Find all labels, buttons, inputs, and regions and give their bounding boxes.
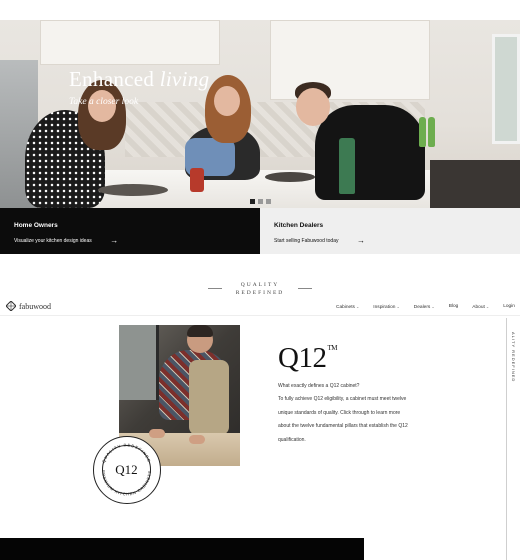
kitchen-window [492, 34, 520, 144]
hero-subtitle-link[interactable]: Take a closer look [69, 97, 138, 107]
q12-body: To fully achieve Q12 eligibility, a cabi… [278, 396, 408, 443]
chevron-down-icon: ⌄ [485, 304, 490, 309]
logo-text: fabuwood [19, 301, 51, 311]
nav-item-blog[interactable]: Blog [449, 304, 459, 310]
slide-indicators [250, 199, 271, 204]
nav-item-dealers[interactable]: Dealers⌄ [414, 304, 435, 310]
plate [265, 172, 315, 182]
q12-question: What exactly defines a Q12 cabinet? [278, 383, 360, 389]
side-tab-label[interactable]: ALITY REDEFINED [506, 332, 516, 382]
main-navigation: fabuwood Cabinets⌄ Inspiration⌄ Dealers⌄… [0, 298, 520, 316]
person-man [315, 105, 425, 200]
nav-item-inspiration[interactable]: Inspiration⌄ [373, 304, 400, 310]
trademark: TM [327, 344, 337, 352]
hero-banner[interactable]: Enhanced living Take a closer look [0, 20, 520, 208]
craftsman-hair [187, 325, 213, 337]
fabuwood-logo[interactable]: fabuwood [6, 301, 51, 311]
home-owners-cta[interactable]: Home Owners Visualize your kitchen desig… [0, 208, 260, 254]
kitchen-dealers-title: Kitchen Dealers [274, 222, 324, 229]
kitchen-dealers-subtitle: Start selling Fabuwood today [274, 238, 339, 244]
kitchen-sink [430, 160, 520, 208]
quality-redefined-heading: QUALITY REDEFINED [235, 282, 285, 296]
nav-menu: Cabinets⌄ Inspiration⌄ Dealers⌄ Blog Abo… [336, 304, 515, 310]
logo-icon [6, 301, 16, 311]
nav-item-login[interactable]: Login [503, 304, 515, 310]
seal-top-text: QUALITY REDEFINED [101, 442, 151, 463]
apron [189, 360, 229, 435]
slide-dot-1[interactable] [250, 199, 255, 204]
upper-cabinets-right [270, 20, 430, 100]
upper-cabinets [40, 20, 220, 65]
slide-dot-2[interactable] [258, 199, 263, 204]
nav-item-cabinets[interactable]: Cabinets⌄ [336, 304, 359, 310]
q12-seal: QUALITY REDEFINED PREMIUM KITCHEN CABINE… [93, 436, 161, 504]
home-owners-subtitle: Visualize your kitchen design ideas [14, 238, 92, 244]
chevron-down-icon: ⌄ [355, 304, 360, 309]
green-bottle-2 [428, 117, 435, 147]
home-owners-title: Home Owners [14, 222, 58, 229]
chevron-down-icon: ⌄ [396, 304, 400, 309]
hero-title: Enhanced living [69, 67, 210, 91]
photo-window [119, 325, 159, 400]
q12-title: Q12TM [278, 342, 337, 374]
green-bottle-1 [419, 117, 426, 147]
right-hand [189, 435, 205, 444]
water-bottle [339, 138, 355, 194]
bottom-dark-section [0, 538, 364, 560]
arrow-right-icon: → [110, 236, 119, 245]
nav-item-about[interactable]: About⌄ [472, 304, 489, 310]
kitchen-dealers-cta[interactable]: Kitchen Dealers Start selling Fabuwood t… [260, 208, 520, 254]
girl-head [214, 86, 240, 116]
seal-center-text: Q12 [115, 462, 138, 477]
man-head [296, 88, 330, 126]
arrow-right-icon: → [356, 236, 365, 245]
slide-dot-3[interactable] [266, 199, 271, 204]
chevron-down-icon: ⌄ [431, 304, 435, 309]
cutting-plate [98, 184, 168, 196]
svg-text:QUALITY REDEFINED: QUALITY REDEFINED [101, 442, 152, 463]
sauce-jar [190, 168, 204, 192]
